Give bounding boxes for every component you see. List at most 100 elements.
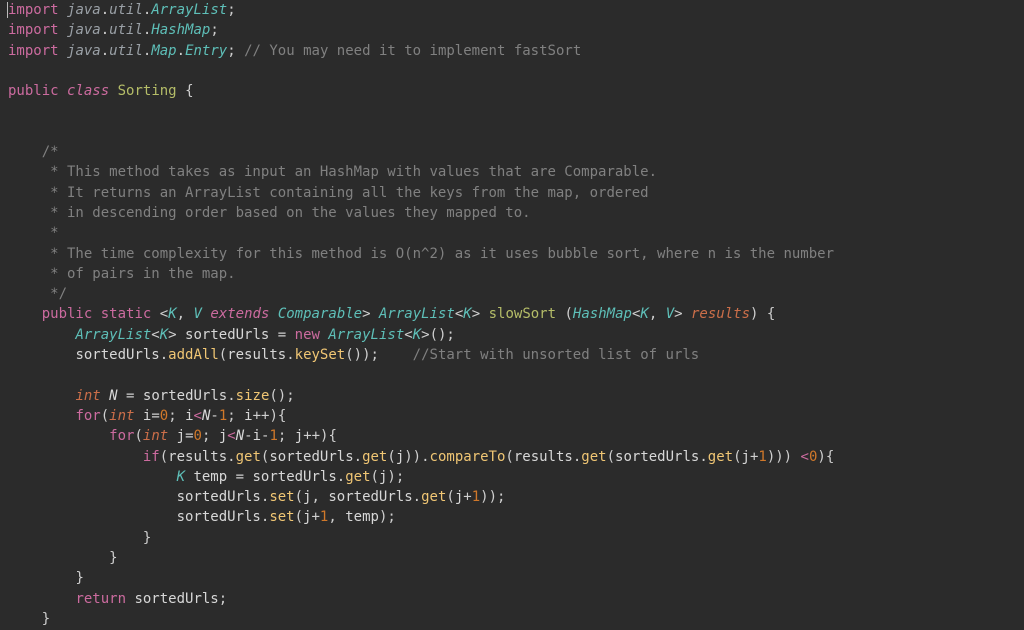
- type-param: K: [463, 306, 471, 322]
- code-editor[interactable]: import java.util.ArrayList; import java.…: [0, 0, 1024, 629]
- variable: results: [168, 449, 227, 465]
- angle-bracket: <: [160, 306, 168, 322]
- type-param: V: [666, 306, 674, 322]
- variable: sortedUrls: [143, 388, 227, 404]
- keyword-type: int: [75, 388, 100, 404]
- keyword: public: [42, 306, 93, 322]
- variable: sortedUrls: [615, 449, 699, 465]
- block-comment: * It returns an ArrayList containing all…: [42, 185, 649, 201]
- block-comment: *: [42, 225, 59, 241]
- operator: =: [278, 327, 286, 343]
- type-param: K: [168, 306, 176, 322]
- method-call: get: [345, 469, 370, 485]
- method-call: get: [421, 489, 446, 505]
- package-segment: util: [109, 2, 143, 18]
- line-comment: //Start with unsorted list of urls: [413, 347, 700, 363]
- variable: sortedUrls: [328, 489, 412, 505]
- line-comment: // You may need it to implement fastSort: [244, 43, 581, 59]
- type-param: V: [194, 306, 202, 322]
- variable: sortedUrls: [75, 347, 159, 363]
- number: 0: [160, 408, 168, 424]
- variable: i: [253, 428, 261, 444]
- package-segment: java: [67, 22, 101, 38]
- type-name: ArrayList: [379, 306, 455, 322]
- variable: sortedUrls: [269, 449, 353, 465]
- variable: i: [244, 408, 252, 424]
- method-call: size: [236, 388, 270, 404]
- keyword: import: [8, 2, 59, 18]
- type-name: ArrayList: [151, 2, 227, 18]
- method-call: get: [581, 449, 606, 465]
- method-call: addAll: [168, 347, 219, 363]
- type-param: K: [640, 306, 648, 322]
- package-segment: java: [67, 43, 101, 59]
- method-call: get: [236, 449, 261, 465]
- variable: j: [219, 428, 227, 444]
- variable: i: [185, 408, 193, 424]
- variable: j: [396, 449, 404, 465]
- number: 0: [194, 428, 202, 444]
- keyword: for: [109, 428, 134, 444]
- block-comment: * This method takes as input an HashMap …: [42, 164, 657, 180]
- block-comment: /*: [42, 144, 59, 160]
- type-name: Comparable: [278, 306, 362, 322]
- comma: ,: [177, 306, 185, 322]
- variable: sortedUrls: [134, 591, 218, 607]
- variable: sortedUrls: [177, 509, 261, 525]
- brace: {: [767, 306, 775, 322]
- keyword-type: int: [109, 408, 134, 424]
- keyword: import: [8, 22, 59, 38]
- keyword: if: [143, 449, 160, 465]
- package-segment: util: [109, 43, 143, 59]
- block-comment: * The time complexity for this method is…: [42, 246, 834, 262]
- keyword: return: [75, 591, 126, 607]
- operator: <: [801, 449, 809, 465]
- operator: +: [311, 509, 319, 525]
- variable: N: [236, 428, 244, 444]
- number: 1: [269, 428, 277, 444]
- variable: results: [227, 347, 286, 363]
- method-call: set: [269, 509, 294, 525]
- type-param: K: [160, 327, 168, 343]
- variable: j: [177, 428, 185, 444]
- method-call: get: [708, 449, 733, 465]
- parameter: results: [691, 306, 750, 322]
- method-call: get: [362, 449, 387, 465]
- number: 1: [758, 449, 766, 465]
- type-name: Map: [151, 43, 176, 59]
- block-comment: */: [42, 286, 67, 302]
- keyword: static: [101, 306, 152, 322]
- type-name: ArrayList: [328, 327, 404, 343]
- number: 1: [472, 489, 480, 505]
- brace: {: [185, 83, 193, 99]
- block-comment: * in descending order based on the value…: [42, 205, 531, 221]
- block-comment: * of pairs in the map.: [42, 266, 236, 282]
- keyword: class: [67, 83, 109, 99]
- keyword-type: int: [143, 428, 168, 444]
- type-name: Entry: [185, 43, 227, 59]
- method-name: slowSort: [489, 306, 556, 322]
- package-segment: java: [67, 2, 101, 18]
- operator: +: [463, 489, 471, 505]
- keyword: import: [8, 43, 59, 59]
- operator: -: [210, 408, 218, 424]
- keyword: public: [8, 83, 59, 99]
- method-call: compareTo: [430, 449, 506, 465]
- variable: N: [109, 388, 117, 404]
- variable: j: [455, 489, 463, 505]
- variable: temp: [345, 509, 379, 525]
- class-name: Sorting: [118, 83, 177, 99]
- variable: sortedUrls: [185, 327, 269, 343]
- variable: sortedUrls: [177, 489, 261, 505]
- type-name: ArrayList: [75, 327, 151, 343]
- keyword: new: [295, 327, 320, 343]
- type-param: K: [177, 469, 185, 485]
- type-name: HashMap: [151, 22, 210, 38]
- type-param: K: [413, 327, 421, 343]
- method-call: keySet: [295, 347, 346, 363]
- package-segment: util: [109, 22, 143, 38]
- variable: j: [742, 449, 750, 465]
- angle-bracket: >: [362, 306, 370, 322]
- variable: j: [295, 428, 303, 444]
- keyword: extends: [210, 306, 269, 322]
